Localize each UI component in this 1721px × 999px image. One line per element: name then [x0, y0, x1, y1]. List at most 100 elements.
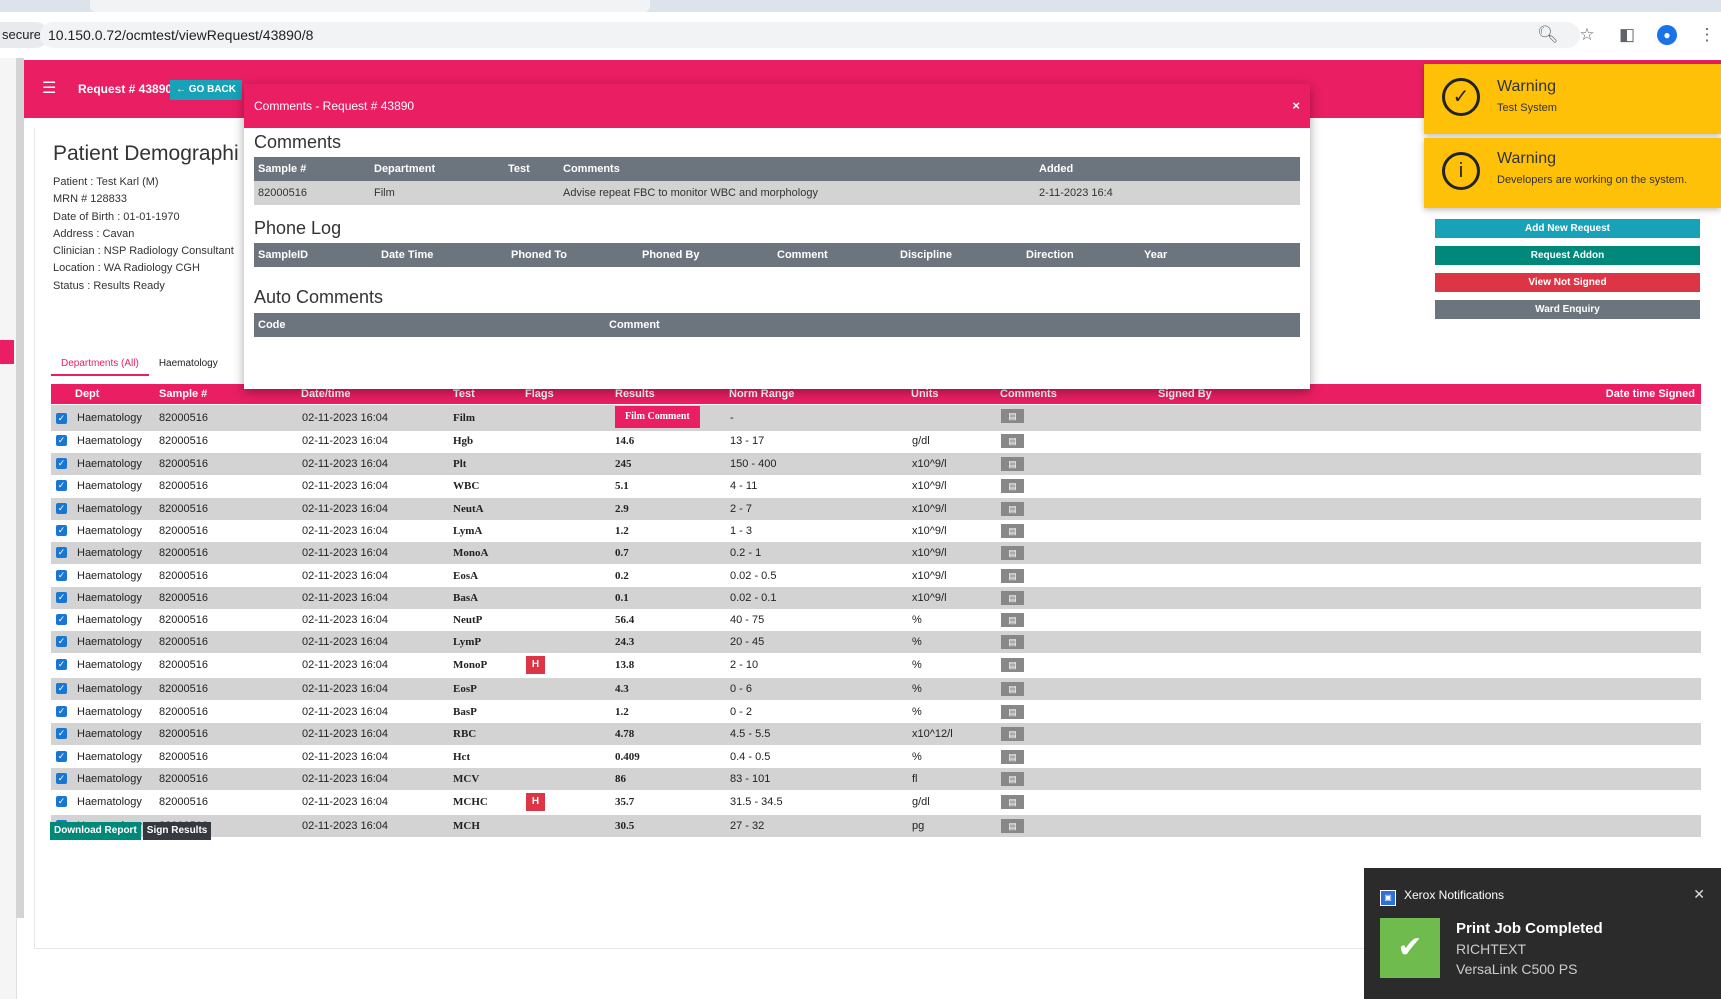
sidebar-scrollbar[interactable] [16, 58, 24, 918]
row-checkbox[interactable]: ✓ [56, 547, 67, 558]
comment-icon[interactable]: ▤ [1001, 635, 1024, 649]
result-row[interactable]: ✓Haematology8200051602-11-2023 16:04MCH3… [51, 815, 1701, 837]
comment-icon[interactable]: ▤ [1001, 524, 1024, 538]
result-dept: Haematology [77, 525, 142, 537]
result-value: 0.7 [615, 547, 629, 559]
result-row[interactable]: ✓ Haematology 82000516 02-11-2023 16:04 BasA… [51, 587, 1701, 609]
tab-haematology[interactable]: Haematology [149, 354, 228, 376]
result-row[interactable]: ✓ Haematology 82000516 02-11-2023 16:04 MCV 8… [51, 768, 1701, 790]
result-row[interactable]: ✓ Haematology 82000516 02-11-2023 16:04 Neut… [51, 609, 1701, 631]
result-datetime: 02-11-2023 16:04 [302, 412, 389, 424]
row-checkbox[interactable]: ✓ [56, 458, 67, 469]
row-checkbox[interactable]: ✓ [56, 503, 67, 514]
result-datetime: 02-11-2023 16:04 [302, 659, 389, 671]
row-checkbox[interactable]: ✓ [56, 592, 67, 603]
result-row[interactable]: ✓ Haematology 82000516 02-11-2023 16:04 Hct 0… [51, 746, 1701, 768]
row-checkbox[interactable]: ✓ [56, 525, 67, 536]
comment-icon[interactable]: ▤ [1001, 750, 1024, 764]
row-checkbox[interactable]: ✓ [56, 773, 67, 784]
view-not-signed-button[interactable]: View Not Signed [1435, 273, 1700, 292]
download-report-button[interactable]: Download Report [50, 822, 141, 840]
tab-departments-all[interactable]: Departments (All) [51, 354, 149, 376]
comment-icon[interactable]: ▤ [1001, 409, 1024, 423]
toast-message: Test System [1497, 102, 1557, 114]
result-row[interactable]: ✓ Haematology 82000516 02-11-2023 16:04 Film… [51, 405, 1701, 431]
col-dept[interactable]: Dept [75, 384, 99, 404]
result-row[interactable]: ✓ Haematology 82000516 02-11-2023 16:04 MCHC… [51, 791, 1701, 813]
comment-icon[interactable]: ▤ [1001, 795, 1024, 809]
result-row[interactable]: ✓ Haematology 82000516 02-11-2023 16:04 LymP… [51, 631, 1701, 653]
star-icon[interactable]: ☆ [1577, 25, 1597, 45]
result-dept: Haematology [77, 592, 142, 604]
row-checkbox[interactable]: ✓ [56, 796, 67, 807]
result-units: x10^9/l [912, 592, 947, 604]
result-row[interactable]: ✓ Haematology 82000516 02-11-2023 16:04 Plt 2… [51, 453, 1701, 475]
result-row[interactable]: ✓ Haematology 82000516 02-11-2023 16:04 BasP… [51, 701, 1701, 723]
result-row[interactable]: ✓ Haematology 82000516 02-11-2023 16:04 Mono… [51, 542, 1701, 564]
sidebar-active-marker[interactable] [0, 340, 14, 364]
row-checkbox[interactable]: ✓ [56, 435, 67, 446]
row-checkbox[interactable]: ✓ [56, 480, 67, 491]
comment-icon[interactable]: ▤ [1001, 613, 1024, 627]
comment-icon[interactable]: ▤ [1001, 705, 1024, 719]
row-checkbox[interactable]: ✓ [56, 659, 67, 670]
go-back-button[interactable]: ← GO BACK [170, 80, 243, 100]
comments-col-added: Added [1039, 163, 1074, 175]
browser-tab[interactable] [90, 0, 650, 12]
col-sample[interactable]: Sample # [159, 384, 207, 404]
warning-toast-2[interactable]: i Warning Developers are working on the … [1424, 138, 1721, 208]
result-row[interactable]: ✓ Haematology 82000516 02-11-2023 16:04 EosP… [51, 678, 1701, 700]
request-addon-button[interactable]: Request Addon [1435, 246, 1700, 265]
comment-icon[interactable]: ▤ [1001, 727, 1024, 741]
warning-toast-1[interactable]: ✓ Warning Test System [1424, 64, 1721, 134]
result-row[interactable]: ✓ Haematology 82000516 02-11-2023 16:04 RBC 4… [51, 723, 1701, 745]
comment-icon[interactable]: ▤ [1001, 772, 1024, 786]
url-field[interactable]: 10.150.0.72/ocmtest/viewRequest/43890/8 [40, 22, 1580, 48]
result-datetime: 02-11-2023 16:04 [302, 458, 389, 470]
row-checkbox[interactable]: ✓ [56, 751, 67, 762]
col-date-time-signed[interactable]: Date time Signed [1606, 384, 1695, 404]
comment-icon[interactable]: ▤ [1001, 479, 1024, 493]
result-row[interactable]: ✓ Haematology 82000516 02-11-2023 16:04 LymA… [51, 520, 1701, 542]
row-checkbox[interactable]: ✓ [56, 728, 67, 739]
add-new-request-button[interactable]: Add New Request [1435, 219, 1700, 238]
row-checkbox[interactable]: ✓ [56, 636, 67, 647]
zoom-icon[interactable]: 🔍︎ [1537, 25, 1559, 45]
comment-icon[interactable]: ▤ [1001, 682, 1024, 696]
row-checkbox[interactable]: ✓ [56, 706, 67, 717]
more-icon[interactable]: ⋮ [1697, 25, 1717, 45]
row-checkbox[interactable]: ✓ [56, 413, 67, 424]
comment-icon[interactable]: ▤ [1001, 502, 1024, 516]
result-row[interactable]: ✓ Haematology 82000516 02-11-2023 16:04 Hgb 1… [51, 430, 1701, 452]
hamburger-menu-icon[interactable]: ☰ [42, 78, 56, 98]
result-sample: 82000516 [159, 458, 208, 470]
result-row[interactable]: ✓ Haematology 82000516 02-11-2023 16:04 EosA… [51, 565, 1701, 587]
auto-comments-table-header: Code Comment [254, 313, 1300, 337]
profile-icon[interactable]: ● [1657, 25, 1677, 45]
sign-results-button[interactable]: Sign Results [142, 822, 212, 840]
comment-icon[interactable]: ▤ [1001, 434, 1024, 448]
result-datetime: 02-11-2023 16:04 [302, 796, 389, 808]
result-dept: Haematology [77, 458, 142, 470]
comment-icon[interactable]: ▤ [1001, 569, 1024, 583]
comment-icon[interactable]: ▤ [1001, 819, 1024, 833]
result-row[interactable]: ✓ Haematology 82000516 02-11-2023 16:04 WBC 5… [51, 475, 1701, 497]
row-checkbox[interactable]: ✓ [56, 614, 67, 625]
url-text[interactable]: 10.150.0.72/ocmtest/viewRequest/43890/8 [48, 22, 313, 48]
comment-icon[interactable]: ▤ [1001, 546, 1024, 560]
comment-icon[interactable]: ▤ [1001, 658, 1024, 672]
sidepanel-icon[interactable]: ◧ [1617, 25, 1637, 45]
result-row[interactable]: ✓ Haematology 82000516 02-11-2023 16:04 Mono… [51, 654, 1701, 676]
close-icon[interactable]: × [1292, 84, 1300, 128]
result-row[interactable]: ✓ Haematology 82000516 02-11-2023 16:04 Neut… [51, 498, 1701, 520]
result-units: x10^9/l [912, 525, 947, 537]
film-comment-button[interactable]: Film Comment [615, 406, 700, 428]
ward-enquiry-button[interactable]: Ward Enquiry [1435, 300, 1700, 319]
comment-icon[interactable]: ▤ [1001, 457, 1024, 471]
row-checkbox[interactable]: ✓ [56, 570, 67, 581]
comments-section-title: Comments [254, 132, 342, 152]
comment-icon[interactable]: ▤ [1001, 591, 1024, 605]
close-icon[interactable]: ✕ [1693, 886, 1705, 903]
xerox-notification[interactable]: ▣ Xerox Notifications ✕ ✔ Print Job Comp… [1364, 868, 1721, 999]
row-checkbox[interactable]: ✓ [56, 683, 67, 694]
